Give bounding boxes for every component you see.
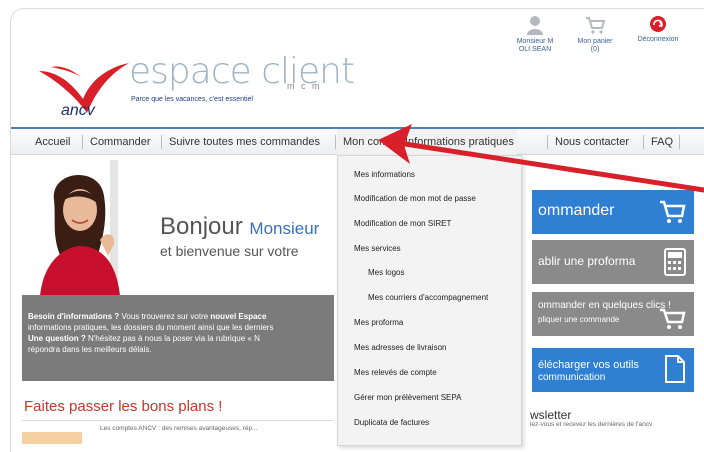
cart-icon	[660, 308, 686, 329]
menu-item-prelevement-sepa[interactable]: Gérer mon prélèvement SEPA	[354, 393, 461, 402]
logout-link[interactable]: Déconnexion	[627, 15, 689, 44]
main-nav: Accueil Commander Suivre toutes mes comm…	[11, 127, 704, 155]
ancv-logo[interactable]: ancv	[31, 49, 131, 119]
info-line-3: Une question ? N'hésitez pas à nous la p…	[28, 334, 260, 343]
quick-order-button[interactable]: ommander en quelques clics ! pliquer une…	[532, 292, 694, 336]
menu-item-mes-informations[interactable]: Mes informations	[354, 170, 415, 179]
logo-text: ancv	[61, 102, 96, 119]
nav-item-accueil[interactable]: Accueil	[35, 136, 70, 148]
download-tools-label: élécharger vos outils	[538, 359, 639, 371]
cart-icon	[660, 200, 686, 223]
menu-item-mes-services[interactable]: Mes services	[354, 244, 401, 253]
user-icon	[527, 16, 543, 35]
nav-separator	[335, 135, 336, 149]
order-button-label: ommander	[538, 202, 615, 219]
newsletter-text: lez-vous et recevez les dernières de l'a…	[530, 421, 653, 428]
download-tools-sublabel: communication	[538, 372, 606, 383]
greeting-text: Bonjour	[160, 213, 243, 240]
logout-label: Déconnexion	[637, 36, 679, 43]
proforma-button[interactable]: ablir une proforma	[532, 240, 694, 284]
menu-item-mes-adresses-livraison[interactable]: Mes adresses de livraison	[354, 343, 446, 352]
quick-order-sublabel: pliquer une commande	[538, 315, 620, 324]
nav-item-mon-compte[interactable]: Mon compte	[343, 136, 404, 148]
deals-title: Faites passer les bons plans !	[24, 398, 223, 415]
download-tools-button[interactable]: élécharger vos outils communication	[532, 348, 694, 392]
divider	[22, 420, 334, 421]
cart-link[interactable]: Mon panier (0)	[567, 15, 623, 54]
nav-item-informations-pratiques[interactable]: Informations pratiques	[405, 136, 514, 148]
nav-separator	[82, 135, 83, 149]
user-name: Monsieur M OLI SEAN	[516, 38, 554, 54]
greeting: Bonjour Monsieur	[160, 213, 319, 241]
menu-item-modification-siret[interactable]: Modification de mon SIRET	[354, 219, 451, 228]
header: ancv espace client m c m Parce que les v…	[11, 9, 704, 127]
user-link[interactable]: Monsieur M OLI SEAN	[507, 15, 563, 54]
nav-item-suivre-commandes[interactable]: Suivre toutes mes commandes	[169, 136, 320, 148]
quick-order-label: ommander en quelques clics !	[538, 300, 671, 311]
welcome-text: et bienvenue sur votre	[160, 243, 299, 259]
greeting-name: Monsieur	[249, 219, 320, 238]
menu-item-modification-mot-de-passe[interactable]: Modification de mon mot de passe	[354, 194, 476, 203]
proforma-button-label: ablir une proforma	[538, 254, 636, 268]
cart-label: Mon panier (0)	[577, 38, 613, 54]
info-box: Besoin d'informations ? Vous trouverez s…	[22, 295, 334, 381]
logout-icon	[650, 16, 666, 32]
hero-person-image	[40, 160, 120, 296]
nav-separator	[547, 135, 548, 149]
account-dropdown-menu: Mes informations Modification de mon mot…	[337, 155, 522, 446]
calculator-icon	[664, 248, 686, 276]
info-line-1: Besoin d'informations ? Vous trouverez s…	[28, 312, 267, 321]
info-line-2: informations pratiques, les dossiers du …	[28, 323, 274, 332]
newsletter-title: wsletter	[530, 408, 572, 422]
document-icon	[665, 355, 685, 383]
menu-item-mes-courriers[interactable]: Mes courriers d'accompagnement	[368, 293, 488, 302]
menu-item-mes-proforma[interactable]: Mes proforma	[354, 318, 403, 327]
nav-separator	[161, 135, 162, 149]
nav-separator	[679, 135, 680, 149]
brand-subtitle: m c m	[287, 81, 322, 91]
deals-text: Les comptes ANCV : des remises avantageu…	[100, 425, 258, 432]
menu-item-duplicata-factures[interactable]: Duplicata de factures	[354, 418, 429, 427]
cart-icon	[586, 17, 606, 34]
nav-item-nous-contacter[interactable]: Nous contacter	[555, 136, 629, 148]
info-line-4: répondra dans les meilleurs délais.	[28, 345, 152, 354]
menu-item-mes-logos[interactable]: Mes logos	[368, 268, 404, 277]
nav-separator	[643, 135, 644, 149]
nav-item-faq[interactable]: FAQ	[651, 136, 673, 148]
menu-item-mes-releves-compte[interactable]: Mes relevés de compte	[354, 368, 437, 377]
order-button[interactable]: ommander	[532, 190, 694, 234]
tagline: Parce que les vacances, c'est essentiel	[131, 96, 253, 103]
deals-badge	[22, 432, 82, 444]
nav-item-commander[interactable]: Commander	[90, 136, 151, 148]
